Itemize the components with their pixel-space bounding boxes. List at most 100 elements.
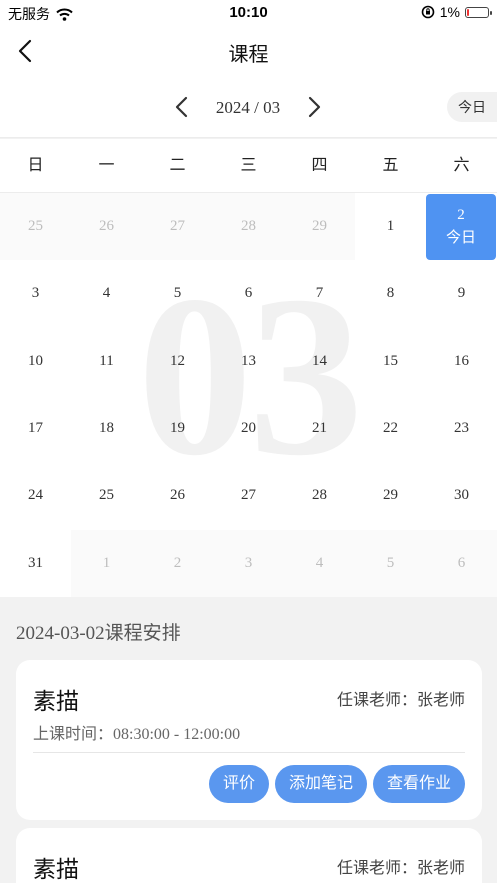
calendar-day[interactable]: 26 [142, 462, 213, 529]
course-name: 素描 [33, 856, 79, 882]
add-note-button[interactable]: 添加笔记 [274, 765, 367, 803]
day-number: 5 [386, 554, 395, 571]
calendar-day[interactable]: 3 [0, 260, 71, 327]
course-card[interactable]: 素描 任课老师：张老师 上课时间：08:30:00 - 12:00:00 评价 … [16, 660, 482, 820]
next-month-icon[interactable] [304, 95, 324, 119]
calendar-day[interactable]: 1 [71, 529, 142, 597]
day-number: 31 [28, 554, 43, 571]
battery-percent: 1% [439, 4, 460, 20]
calendar-day[interactable]: 5 [355, 529, 426, 597]
status-right: 1% [421, 4, 492, 20]
course-teacher: 任课老师：张老师 [336, 692, 465, 709]
day-number: 3 [244, 554, 253, 571]
day-number: 13 [241, 352, 256, 369]
calendar-day[interactable]: 1 [355, 193, 426, 260]
calendar-day[interactable]: 21 [284, 395, 355, 462]
calendar-day[interactable]: 10 [0, 328, 71, 395]
calendar-day[interactable]: 19 [142, 395, 213, 462]
view-homework-button[interactable]: 查看作业 [372, 765, 465, 803]
day-number: 25 [28, 218, 43, 235]
calendar-day[interactable]: 6 [426, 529, 497, 597]
schedule-title-suffix: 课程安排 [104, 623, 181, 644]
weekday-sat: 六 [453, 157, 470, 174]
calendar-day[interactable]: 17 [0, 395, 71, 462]
calendar-day[interactable]: 18 [71, 395, 142, 462]
weekday-sun: 日 [27, 157, 44, 174]
weekday-thu: 四 [311, 157, 328, 174]
calendar-day[interactable]: 25 [71, 462, 142, 529]
month-selector: 2024 / 03 今日 [0, 76, 497, 138]
calendar-day[interactable]: 2 [142, 529, 213, 597]
calendar-day-selected[interactable]: 2 今日 [426, 194, 496, 261]
orientation-lock-icon [421, 5, 435, 19]
calendar-cells: 25 26 27 28 29 1 2 今日 3 4 5 6 7 8 9 10 11 12 13 14 15 16 17 18 1… [0, 193, 497, 597]
calendar-day[interactable]: 4 [71, 260, 142, 327]
weekday-tue: 二 [169, 157, 186, 174]
day-number: 20 [241, 420, 256, 437]
day-number: 1 [102, 554, 111, 571]
calendar-day[interactable]: 8 [355, 260, 426, 327]
calendar-day[interactable]: 14 [284, 328, 355, 395]
calendar-day[interactable]: 31 [0, 530, 71, 597]
calendar-day[interactable]: 16 [426, 328, 497, 395]
card-divider [33, 752, 465, 753]
calendar-day[interactable]: 27 [142, 193, 213, 261]
calendar-day[interactable]: 29 [284, 193, 355, 261]
day-number: 2 [173, 554, 182, 571]
schedule-date: 2024-03-02 [16, 623, 105, 644]
day-number: 28 [241, 218, 256, 235]
calendar-day[interactable]: 4 [284, 529, 355, 597]
day-number: 6 [457, 554, 466, 571]
day-number: 24 [28, 487, 43, 504]
calendar-day[interactable]: 24 [0, 462, 71, 529]
prev-month-icon[interactable] [172, 95, 192, 119]
calendar-day[interactable]: 11 [71, 328, 142, 395]
month-label: 2024 / 03 [215, 98, 281, 117]
day-number: 1 [386, 218, 395, 235]
calendar-day[interactable]: 20 [213, 395, 284, 462]
calendar-grid: 03 25 26 27 28 29 1 2 今日 3 4 5 6 7 8 9 10 11 12 13 14 15 16 17… [0, 193, 497, 597]
calendar-day[interactable]: 5 [142, 260, 213, 327]
calendar-day[interactable]: 29 [355, 462, 426, 529]
day-number: 29 [383, 487, 398, 504]
day-number: 16 [454, 352, 469, 369]
day-number: 22 [383, 420, 398, 437]
calendar-day[interactable]: 13 [213, 328, 284, 395]
today-button[interactable]: 今日 [447, 92, 497, 122]
calendar-day[interactable]: 30 [426, 462, 497, 529]
day-number: 4 [102, 285, 111, 302]
day-number: 5 [173, 285, 182, 302]
calendar-day[interactable]: 12 [142, 328, 213, 395]
course-time-label: 上课时间： [33, 726, 114, 743]
day-number: 27 [241, 487, 256, 504]
evaluate-button[interactable]: 评价 [208, 765, 269, 803]
calendar-day[interactable]: 7 [284, 260, 355, 327]
nav-bar: 课程 [0, 26, 497, 76]
day-number: 15 [383, 352, 398, 369]
calendar-day[interactable]: 28 [213, 193, 284, 261]
calendar-day[interactable]: 25 [0, 193, 71, 261]
calendar-day[interactable]: 22 [355, 395, 426, 462]
calendar-day[interactable]: 28 [284, 462, 355, 529]
calendar-day[interactable]: 27 [213, 462, 284, 529]
calendar-day[interactable]: 3 [213, 529, 284, 597]
day-number: 10 [28, 352, 43, 369]
day-number: 4 [315, 554, 324, 571]
day-number: 23 [454, 420, 469, 437]
day-number: 29 [312, 218, 327, 235]
course-time: 上课时间：08:30:00 - 12:00:00 [33, 720, 240, 744]
day-number: 3 [31, 285, 40, 302]
calendar-day[interactable]: 26 [71, 193, 142, 261]
day-number: 2 [457, 207, 465, 224]
calendar-day[interactable]: 15 [355, 328, 426, 395]
calendar-day[interactable]: 23 [426, 395, 497, 462]
calendar-day[interactable]: 6 [213, 260, 284, 327]
course-time-value: 08:30:00 - 12:00:00 [113, 726, 241, 743]
calendar-day[interactable]: 9 [426, 260, 497, 327]
weekday-fri: 五 [382, 157, 399, 174]
day-number: 9 [457, 285, 466, 302]
course-card[interactable]: 素描 任课老师：张老师 [16, 828, 482, 883]
schedule-title: 2024-03-02课程安排 [16, 618, 181, 645]
day-number: 14 [312, 352, 327, 369]
day-number: 11 [99, 352, 114, 369]
